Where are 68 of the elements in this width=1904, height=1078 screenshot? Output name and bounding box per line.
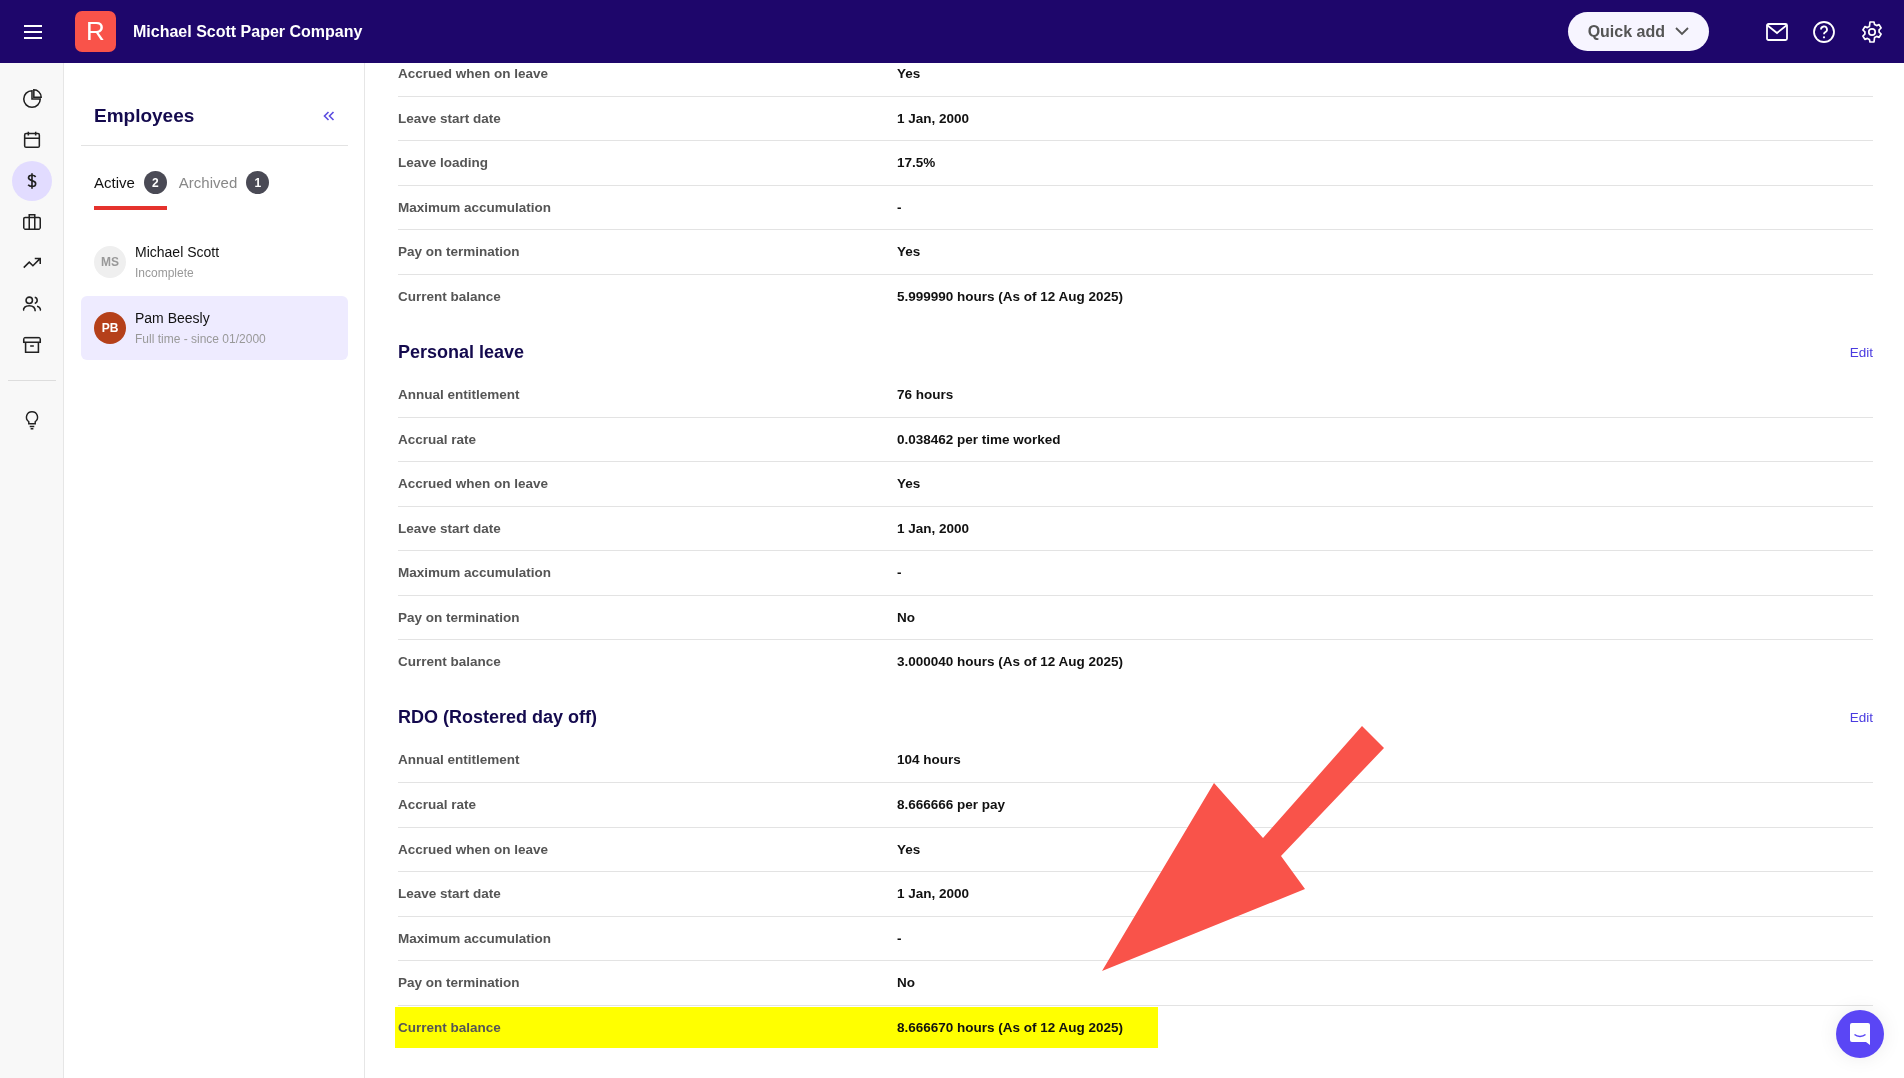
- employee-item[interactable]: PB Pam Beesly Full time - since 01/2000: [81, 296, 348, 360]
- edit-link[interactable]: Edit: [1849, 710, 1873, 725]
- employee-item[interactable]: MS Michael Scott Incomplete: [81, 230, 348, 294]
- section-title: RDO (Rostered day off): [398, 707, 597, 728]
- field-label: Accrued when on leave: [398, 841, 550, 857]
- count-badge: 2: [143, 171, 167, 194]
- edit-link[interactable]: Edit: [1849, 344, 1873, 360]
- section-title: Personal leave: [398, 341, 525, 363]
- field-value: -: [897, 930, 902, 946]
- field-value: No: [897, 609, 915, 625]
- field-value: 1 Jan, 2000: [897, 110, 970, 126]
- field-label: Annual entitlement: [398, 386, 521, 402]
- field-label: Maximum accumulation: [398, 565, 553, 581]
- tab[interactable]: Archived 1: [178, 171, 270, 210]
- avatar: PB: [94, 312, 126, 344]
- employee-name: Michael Scott: [135, 244, 220, 260]
- count-badge: 1: [246, 171, 270, 194]
- dollar-icon[interactable]: [11, 161, 52, 201]
- field-label: Accrued when on leave: [398, 476, 550, 492]
- field-label: Leave start date: [398, 520, 502, 536]
- field-label: Leave start date: [398, 886, 502, 902]
- settings-icon[interactable]: [1860, 19, 1884, 44]
- chat-icon: [1849, 1022, 1871, 1046]
- field-label: Accrual rate: [398, 431, 478, 447]
- field-label: Pay on termination: [398, 975, 521, 991]
- avatar: MS: [94, 246, 126, 278]
- mail-icon[interactable]: [1766, 22, 1788, 41]
- field-label: Leave start date: [398, 110, 502, 126]
- field-value: 8.666666 per pay: [897, 797, 1006, 813]
- field-value: 1 Jan, 2000: [897, 520, 970, 536]
- field-value: 8.666670 hours (As of 12 Aug 2025): [897, 1019, 1124, 1035]
- panel-title: Employees: [94, 105, 195, 127]
- quick-add-button[interactable]: Quick add: [1567, 12, 1709, 51]
- field-label: Accrual rate: [398, 797, 478, 813]
- field-value: 104 hours: [897, 752, 961, 768]
- field-value: Yes: [897, 65, 921, 81]
- field-value: -: [897, 199, 902, 215]
- field-value: 17.5%: [897, 155, 936, 171]
- field-label: Maximum accumulation: [398, 199, 553, 215]
- employee-status: Full time - since 01/2000: [135, 332, 266, 346]
- chevron-down-icon: [1675, 27, 1689, 36]
- employee-name: Pam Beesly: [135, 310, 211, 326]
- company-name: Michael Scott Paper Company: [133, 22, 363, 41]
- field-value: 5.999990 hours (As of 12 Aug 2025): [897, 288, 1124, 304]
- tab[interactable]: Active 2: [94, 171, 167, 210]
- field-label: Current balance: [398, 1019, 502, 1035]
- field-label: Current balance: [398, 288, 502, 304]
- field-label: Accrued when on leave: [398, 65, 550, 81]
- field-label: Annual entitlement: [398, 752, 521, 768]
- collapse-icon[interactable]: [323, 111, 335, 121]
- field-label: Pay on termination: [398, 609, 521, 625]
- employee-status: Incomplete: [135, 266, 195, 280]
- help-icon[interactable]: [1812, 19, 1836, 44]
- field-value: No: [897, 975, 915, 991]
- field-value: Yes: [897, 476, 921, 492]
- field-value: Yes: [897, 244, 921, 260]
- field-label: Pay on termination: [398, 244, 521, 260]
- field-value: 3.000040 hours (As of 12 Aug 2025): [897, 654, 1124, 670]
- field-value: -: [897, 565, 902, 581]
- chat-button[interactable]: [1836, 1010, 1884, 1058]
- menu-icon[interactable]: [23, 23, 43, 40]
- field-label: Leave loading: [398, 155, 490, 171]
- field-value: 1 Jan, 2000: [897, 886, 970, 902]
- field-value: 0.038462 per time worked: [897, 431, 1061, 447]
- field-value: 76 hours: [897, 386, 954, 402]
- field-value: Yes: [897, 841, 921, 857]
- field-label: Maximum accumulation: [398, 930, 553, 946]
- field-label: Current balance: [398, 654, 502, 670]
